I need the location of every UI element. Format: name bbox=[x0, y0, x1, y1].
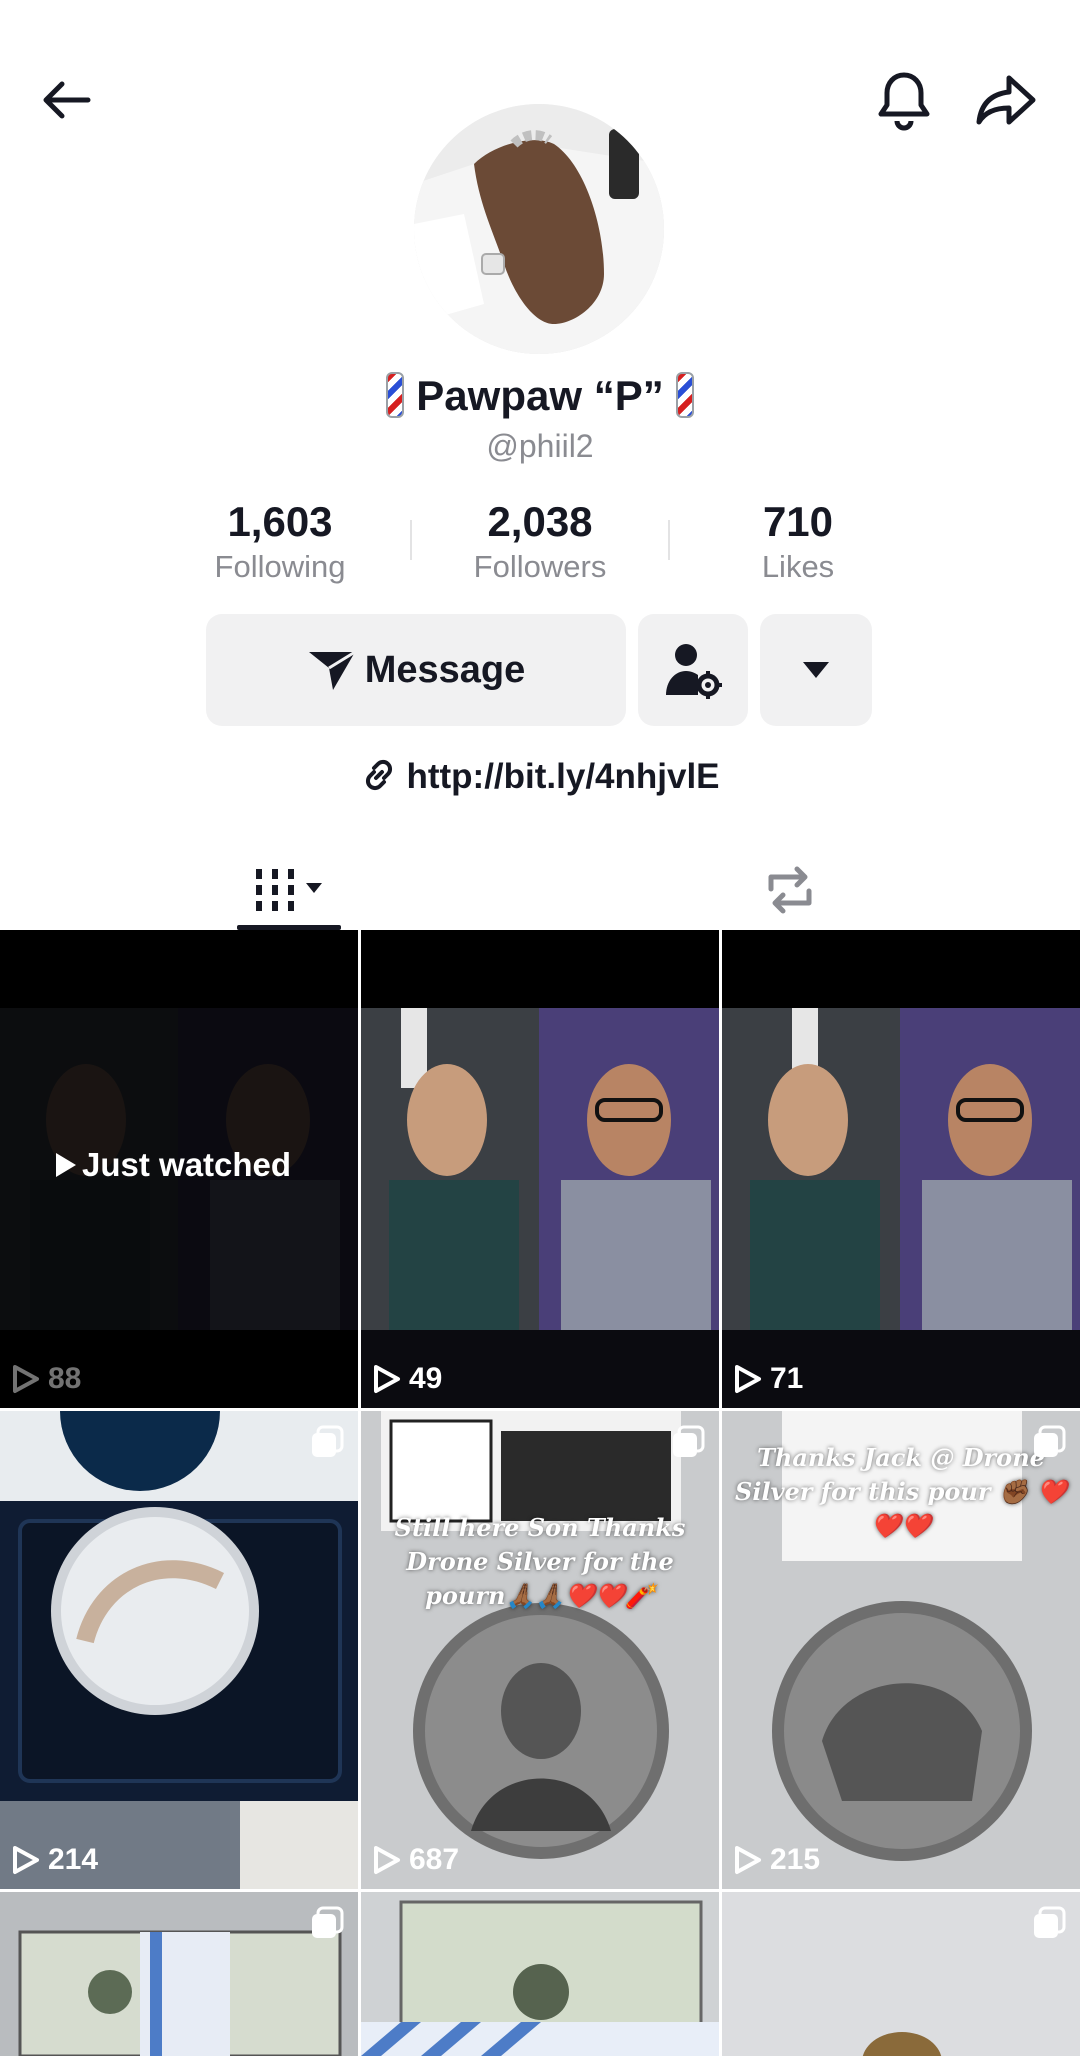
user-settings-button[interactable] bbox=[638, 614, 748, 726]
stat-divider bbox=[410, 520, 412, 560]
followers-label: Followers bbox=[473, 549, 607, 584]
play-outline-icon bbox=[13, 1365, 39, 1393]
more-options-button[interactable] bbox=[760, 614, 872, 726]
avatar[interactable] bbox=[414, 104, 664, 354]
video-thumbnail bbox=[361, 1008, 719, 1408]
video-thumbnail bbox=[722, 1008, 1080, 1408]
multi-photo-icon bbox=[1032, 1906, 1066, 1940]
view-count: 215 bbox=[734, 1843, 820, 1877]
stat-followers[interactable]: 2,038 Followers bbox=[430, 498, 650, 586]
bio-link[interactable]: http://bit.ly/4nhjvlE bbox=[0, 756, 1080, 797]
post-caption: Thanks Jack @ Drone Silver for this pour… bbox=[735, 1443, 1067, 1540]
play-outline-icon bbox=[374, 1365, 400, 1393]
play-outline-icon bbox=[735, 1365, 761, 1393]
view-count-text: 88 bbox=[48, 1362, 82, 1395]
video-tile[interactable]: 49 bbox=[361, 930, 719, 1408]
share-arrow-icon bbox=[976, 75, 1036, 125]
video-tile[interactable]: 71 bbox=[722, 930, 1080, 1408]
likes-count: 710 bbox=[762, 498, 834, 545]
video-thumbnail bbox=[0, 1892, 358, 2056]
video-tile[interactable] bbox=[722, 1892, 1080, 2056]
view-count: 687 bbox=[373, 1843, 459, 1877]
user-gear-icon bbox=[666, 644, 722, 699]
play-triangle-icon bbox=[56, 1153, 76, 1177]
followers-count: 2,038 bbox=[487, 498, 593, 545]
stat-divider bbox=[668, 520, 670, 560]
avatar-image bbox=[414, 104, 664, 354]
stat-following[interactable]: 1,603 Following bbox=[170, 498, 390, 586]
view-count: 88 bbox=[12, 1362, 81, 1396]
share-button[interactable] bbox=[968, 62, 1044, 138]
view-count-text: 49 bbox=[409, 1362, 443, 1395]
video-thumbnail bbox=[361, 1411, 719, 1889]
video-tile[interactable]: Still here Son Thanks Drone Silver for t… bbox=[361, 1411, 719, 1889]
multi-photo-icon bbox=[671, 1425, 705, 1459]
barber-pole-icon bbox=[386, 372, 405, 418]
back-button[interactable] bbox=[28, 62, 104, 138]
barber-pole-icon bbox=[675, 372, 694, 418]
likes-label: Likes bbox=[761, 549, 835, 584]
following-label: Following bbox=[214, 549, 346, 584]
view-count-text: 215 bbox=[770, 1843, 821, 1876]
view-count: 49 bbox=[373, 1362, 442, 1396]
video-thumbnail bbox=[361, 1892, 719, 2056]
multi-photo-icon bbox=[310, 1425, 344, 1459]
send-icon bbox=[308, 650, 356, 690]
video-tile[interactable]: 214 bbox=[0, 1411, 358, 1889]
multi-photo-icon bbox=[1032, 1425, 1066, 1459]
view-count: 214 bbox=[12, 1843, 98, 1877]
post-caption: Still here Son Thanks Drone Silver for t… bbox=[394, 1513, 686, 1610]
arrow-left-icon bbox=[43, 81, 91, 119]
stat-likes[interactable]: 710 Likes bbox=[688, 498, 908, 586]
play-outline-icon bbox=[13, 1846, 39, 1874]
message-label: Message bbox=[364, 648, 526, 691]
view-count-text: 687 bbox=[409, 1843, 460, 1876]
view-count: 71 bbox=[734, 1362, 803, 1396]
video-thumbnail bbox=[0, 1411, 358, 1889]
link-icon bbox=[366, 759, 393, 791]
username-handle: @phiil2 bbox=[486, 428, 594, 464]
profile-stats: 1,603 Following 2,038 Followers 710 Like… bbox=[0, 498, 1080, 588]
video-tile[interactable] bbox=[361, 1892, 719, 2056]
display-name: Pawpaw “P” bbox=[0, 372, 1080, 420]
view-count-text: 71 bbox=[770, 1362, 804, 1395]
video-tile[interactable] bbox=[0, 1892, 358, 2056]
play-outline-icon bbox=[735, 1846, 761, 1874]
multi-photo-icon bbox=[310, 1906, 344, 1940]
caret-down-icon bbox=[803, 662, 829, 678]
videos-grid-icon bbox=[256, 869, 322, 911]
message-button[interactable]: Message bbox=[206, 614, 626, 726]
video-tile[interactable]: Thanks Jack @ Drone Silver for this pour… bbox=[722, 1411, 1080, 1889]
tab-videos[interactable] bbox=[236, 848, 342, 932]
just-watched-text: Just watched bbox=[82, 1146, 292, 1183]
view-count-text: 214 bbox=[48, 1843, 99, 1876]
just-watched-label: Just watched bbox=[56, 1146, 291, 1184]
repost-icon bbox=[768, 866, 812, 914]
notification-bell-button[interactable] bbox=[866, 62, 942, 138]
video-thumbnail bbox=[722, 1892, 1080, 2056]
bell-icon bbox=[878, 72, 930, 131]
bio-link-text: http://bit.ly/4nhjvlE bbox=[406, 757, 720, 796]
following-count: 1,603 bbox=[227, 498, 333, 545]
video-tile[interactable]: Just watched 88 bbox=[0, 930, 358, 1408]
play-outline-icon bbox=[374, 1846, 400, 1874]
tab-reposts[interactable] bbox=[740, 848, 840, 932]
